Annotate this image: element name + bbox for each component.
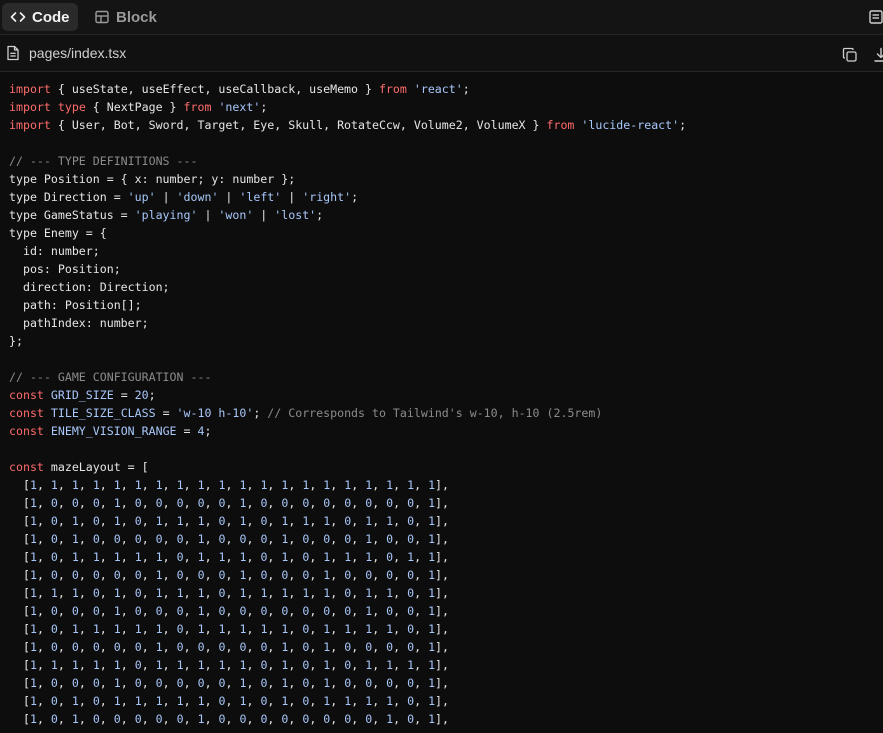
code-line: type Direction = 'up' | 'down' | 'left' …	[9, 190, 359, 204]
code-line: import { User, Bot, Sword, Target, Eye, …	[9, 118, 687, 132]
view-tab-bar: Code Block	[0, 0, 883, 35]
code-line: [1, 0, 0, 0, 1, 0, 0, 0, 1, 0, 0, 0, 0, …	[9, 604, 450, 618]
code-line: path: Position[];	[9, 298, 142, 312]
code-line: // --- TYPE DEFINITIONS ---	[9, 154, 198, 168]
code-line: const ENEMY_VISION_RANGE = 4;	[9, 424, 212, 438]
code-line: [1, 0, 0, 0, 1, 0, 0, 0, 0, 0, 1, 0, 0, …	[9, 496, 450, 510]
code-line: [1, 0, 1, 1, 1, 1, 1, 0, 1, 1, 1, 0, 1, …	[9, 550, 450, 564]
code-line: id: number;	[9, 244, 100, 258]
file-icon	[6, 45, 20, 61]
code-line: [1, 0, 1, 0, 1, 1, 1, 1, 1, 0, 1, 0, 1, …	[9, 694, 450, 708]
code-line: type Position = { x: number; y: number }…	[9, 172, 296, 186]
copy-icon[interactable]	[842, 47, 858, 63]
download-icon[interactable]	[873, 47, 883, 63]
tab-block-label: Block	[116, 8, 157, 26]
code-line: [1, 0, 1, 0, 1, 0, 1, 1, 1, 0, 1, 0, 1, …	[9, 514, 450, 528]
code-line: direction: Direction;	[9, 280, 170, 294]
code-line: [1, 0, 1, 0, 0, 0, 0, 0, 1, 0, 0, 0, 0, …	[9, 712, 450, 726]
code-line: import { useState, useEffect, useCallbac…	[9, 82, 470, 96]
code-line: const mazeLayout = [	[9, 460, 149, 474]
code-line: };	[9, 334, 23, 348]
block-icon	[94, 9, 110, 25]
code-line: type GameStatus = 'playing' | 'won' | 'l…	[9, 208, 324, 222]
terminal-icon[interactable]	[869, 9, 883, 25]
code-icon	[10, 9, 26, 25]
code-line: [1, 0, 0, 0, 1, 0, 0, 0, 0, 0, 1, 0, 1, …	[9, 676, 450, 690]
code-line: const TILE_SIZE_CLASS = 'w-10 h-10'; // …	[9, 406, 603, 420]
file-name: pages/index.tsx	[29, 45, 127, 61]
code-line: import type { NextPage } from 'next';	[9, 100, 268, 114]
code-line: type Enemy = {	[9, 226, 107, 240]
code-line: [1, 0, 0, 0, 0, 0, 1, 0, 0, 0, 1, 0, 0, …	[9, 568, 450, 582]
code-line: [1, 0, 0, 0, 0, 0, 1, 0, 0, 0, 0, 0, 1, …	[9, 640, 450, 654]
code-line: [1, 1, 1, 1, 1, 1, 1, 1, 1, 1, 1, 1, 1, …	[9, 478, 450, 492]
code-editor[interactable]: import { useState, useEffect, useCallbac…	[0, 72, 883, 733]
code-line: // --- GAME CONFIGURATION ---	[9, 370, 212, 384]
code-line: [1, 0, 1, 0, 0, 0, 0, 0, 1, 0, 0, 0, 1, …	[9, 532, 450, 546]
file-header: pages/index.tsx	[0, 35, 883, 72]
code-line: [1, 1, 1, 1, 1, 0, 1, 1, 1, 1, 1, 0, 1, …	[9, 658, 450, 672]
code-line: pathIndex: number;	[9, 316, 149, 330]
code-line: [1, 0, 1, 1, 1, 1, 1, 0, 1, 1, 1, 1, 1, …	[9, 622, 450, 636]
code-viewer: Code Block pages/index.tsx import {useS…	[0, 0, 883, 733]
code-line: [1, 1, 1, 0, 1, 0, 1, 1, 1, 0, 1, 1, 1, …	[9, 586, 450, 600]
tab-code[interactable]: Code	[2, 3, 78, 31]
tab-code-label: Code	[32, 8, 70, 26]
tab-block[interactable]: Block	[86, 3, 166, 31]
code-line: pos: Position;	[9, 262, 121, 276]
code-line: const GRID_SIZE = 20;	[9, 388, 156, 402]
